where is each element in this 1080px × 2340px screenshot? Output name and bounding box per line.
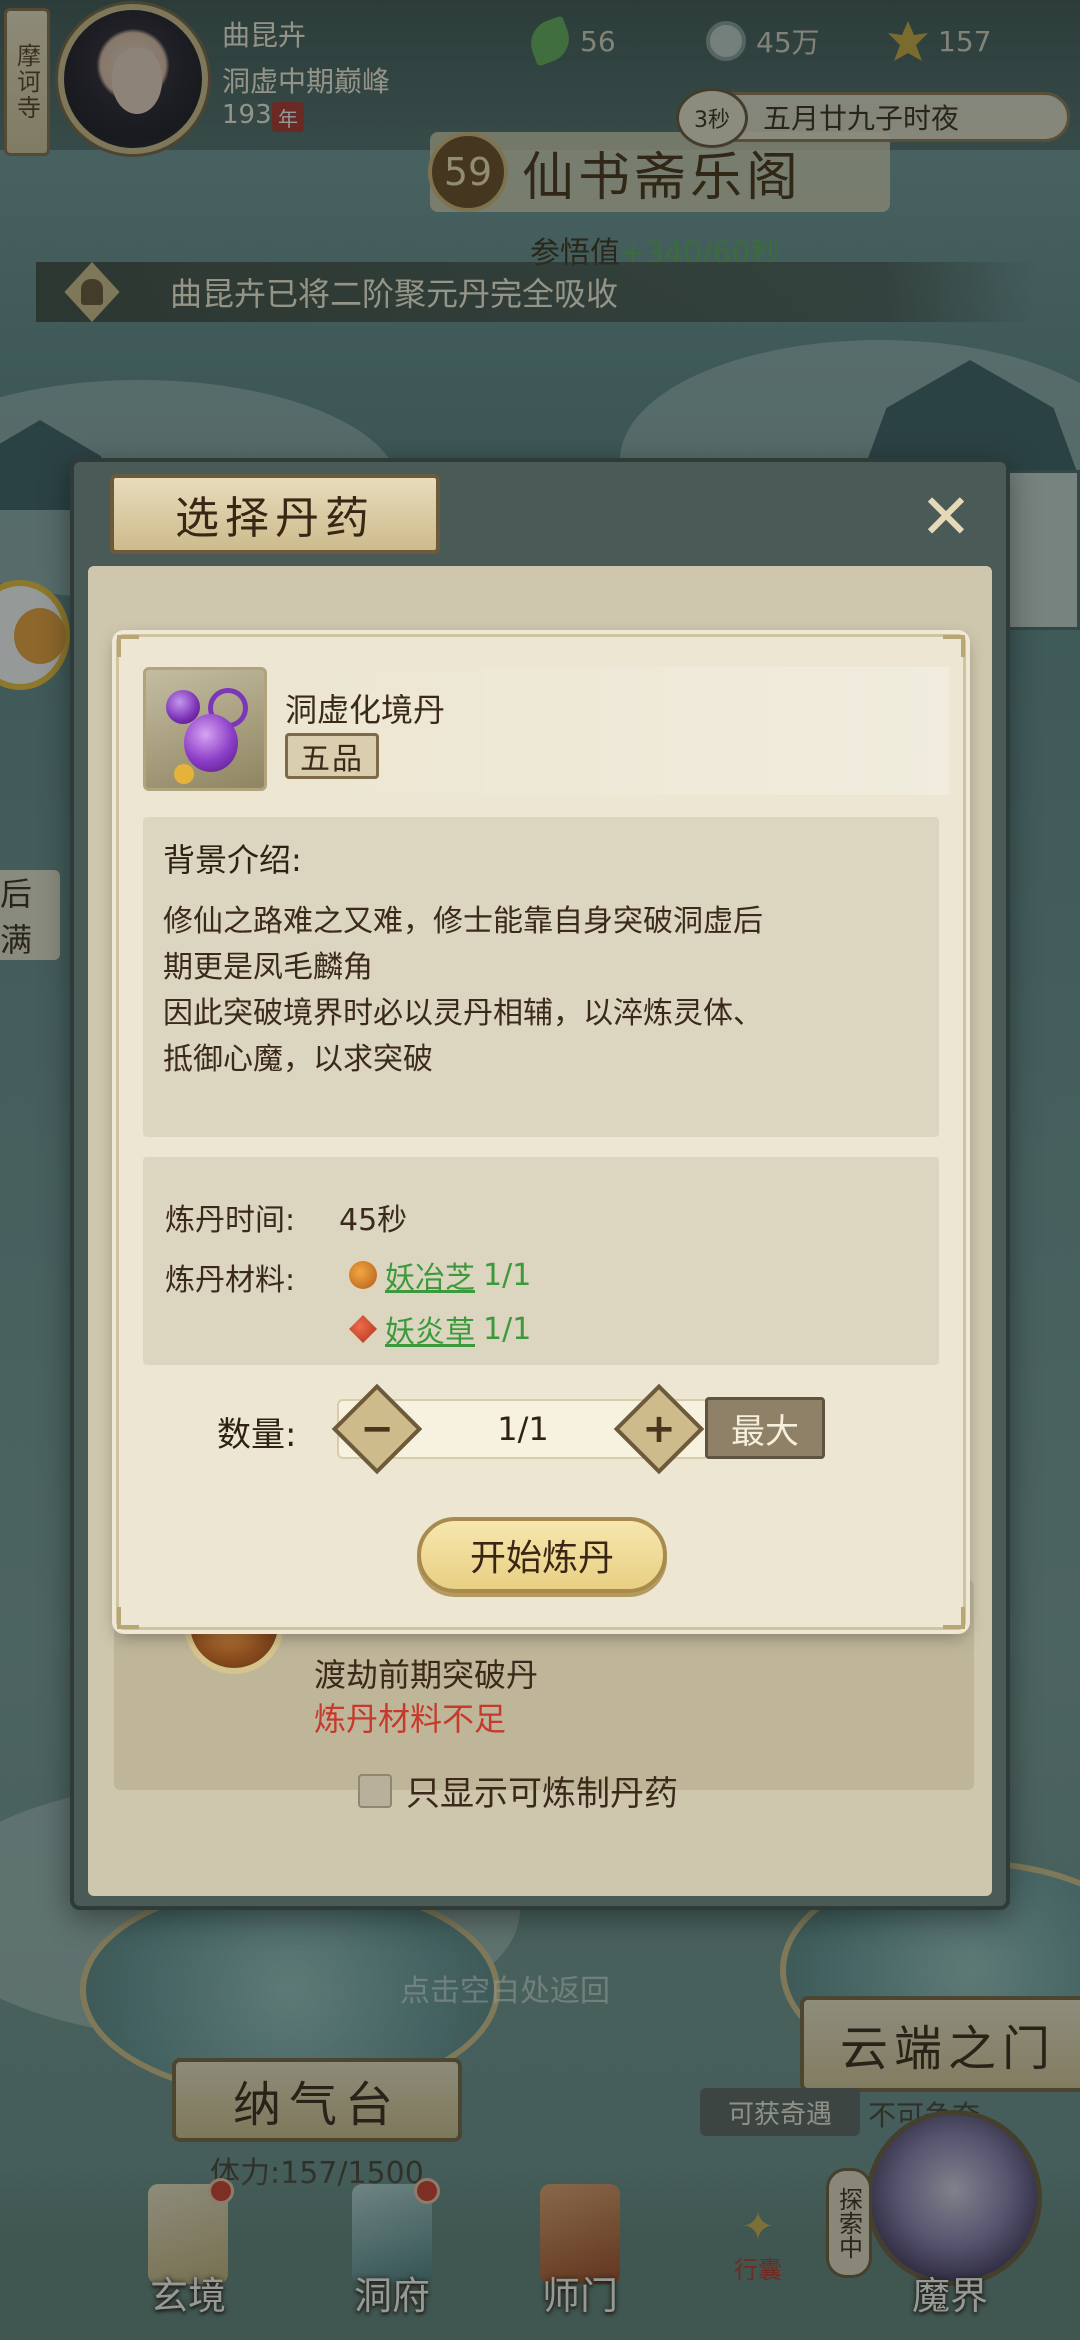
filter-checkbox[interactable] (358, 1773, 392, 1808)
max-button[interactable]: 最大 (705, 1397, 825, 1459)
material-link[interactable]: 妖冶芝 (385, 1253, 475, 1297)
material-item[interactable]: 妖炎草 1/1 (349, 1307, 531, 1351)
material-count: 1/1 (483, 1257, 532, 1293)
background-line: 因此突破境界时必以灵丹相辅，以淬炼灵体、 (163, 996, 763, 1031)
minus-icon: − (360, 1406, 394, 1452)
material-item[interactable]: 妖冶芝 1/1 (349, 1253, 531, 1297)
close-icon[interactable]: ✕ (906, 476, 986, 556)
material-count: 1/1 (483, 1311, 532, 1347)
material-link[interactable]: 妖炎草 (385, 1307, 475, 1351)
filter-craftable-toggle[interactable]: 只显示可炼制丹药 (358, 1766, 678, 1815)
filter-label: 只显示可炼制丹药 (406, 1774, 678, 1814)
alchemy-info-section: 炼丹时间: 45秒 炼丹材料: 妖冶芝 1/1 妖炎草 1/1 (143, 1157, 939, 1365)
plus-icon: + (642, 1406, 676, 1452)
background-line: 期更是凤毛麟角 (163, 950, 373, 985)
pill-grade-badge: 五品 (285, 733, 379, 779)
pill-list-name: 渡劫前期突破丹 (314, 1656, 539, 1694)
materials-label: 炼丹材料: (165, 1263, 296, 1298)
background-line: 抵御心魔，以求突破 (163, 1042, 433, 1077)
pill-list-status: 炼丹材料不足 (314, 1700, 507, 1738)
background-section: 背景介绍: 修仙之路难之又难，修士能靠自身突破洞虚后 期更是凤毛麟角 因此突破境… (143, 817, 939, 1137)
decrease-button[interactable]: − (331, 1383, 423, 1475)
dialog-title: 选择丹药 (110, 474, 440, 554)
mushroom-icon (349, 1261, 377, 1289)
start-alchemy-button[interactable]: 开始炼丹 (417, 1517, 667, 1593)
background-line: 修仙之路难之又难，修士能靠自身突破洞虚后 (163, 904, 763, 939)
pill-detail-card: 洞虚化境丹 五品 背景介绍: 修仙之路难之又难，修士能靠自身突破洞虚后 期更是凤… (116, 634, 966, 1630)
alchemy-time-value: 45秒 (339, 1203, 408, 1238)
background-title: 背景介绍: (163, 841, 302, 879)
increase-button[interactable]: + (613, 1383, 705, 1475)
quantity-label: 数量: (217, 1415, 297, 1455)
herb-icon (349, 1315, 377, 1343)
pill-name: 洞虚化境丹 (285, 691, 446, 729)
alchemy-time-label: 炼丹时间: (165, 1203, 296, 1238)
gourd-pill-icon (143, 667, 267, 791)
